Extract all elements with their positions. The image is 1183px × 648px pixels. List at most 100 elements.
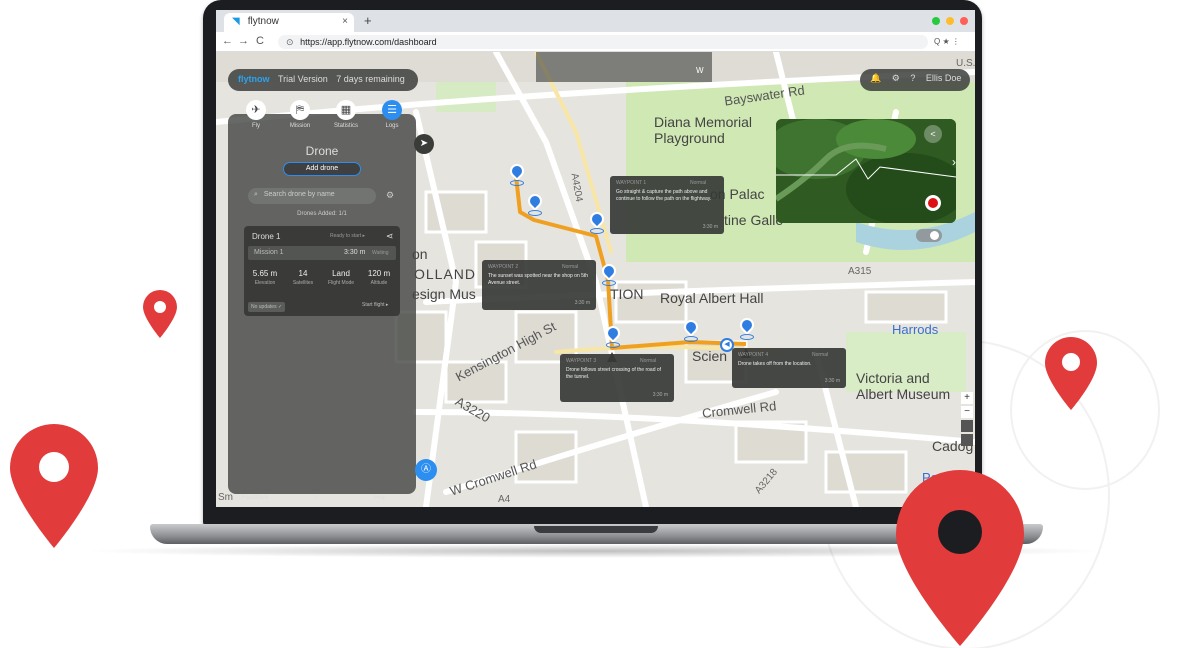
waypoint-popup[interactable]: WAYPOINT 3 Normal Drone follows street c…	[560, 354, 674, 402]
search-placeholder: Search drone by name	[263, 191, 335, 198]
map-label: Royal Albert Hall	[660, 290, 764, 306]
gear-icon[interactable]: ⚙	[892, 73, 900, 83]
drone-stat: Land Flight Mode	[324, 269, 358, 286]
location-pin-icon	[1045, 337, 1097, 410]
zoom-controls: + −	[961, 392, 973, 448]
popup-head: WAYPOINT 1	[616, 180, 647, 186]
new-tab-button[interactable]: +	[364, 13, 372, 28]
share-icon[interactable]: ⋖	[386, 231, 394, 242]
plane-icon: ✈	[246, 100, 266, 120]
location-pin-icon	[896, 470, 1024, 646]
nav-label: Statistics	[333, 123, 358, 129]
forward-button[interactable]: →	[238, 35, 249, 47]
drone-camera-feed[interactable]: <	[776, 119, 956, 223]
location-pin-icon	[10, 424, 98, 548]
user-bar: 🔔 ⚙ ? Ellis Doe	[860, 69, 970, 91]
map-label: esign Mus	[412, 286, 476, 302]
map-label: Playground	[654, 130, 725, 146]
laptop-notch	[534, 526, 658, 533]
trial-label: Trial Version	[278, 74, 328, 84]
mission-row[interactable]: Mission 1 3:30 m Waiting	[248, 246, 396, 260]
address-bar-icons[interactable]: Q ★ ⋮	[934, 37, 960, 46]
start-flight-button[interactable]: Start flight ▸	[362, 302, 388, 308]
window-maximize-button[interactable]	[946, 17, 954, 25]
drone-stat: 14 Satellites	[286, 269, 320, 286]
map-top-strip: W	[536, 52, 712, 82]
stat-label: Elevation	[254, 280, 276, 286]
compass-icon[interactable]: ➤	[414, 134, 434, 154]
map-label: Victoria and	[856, 370, 930, 386]
nav-label: Mission	[289, 123, 311, 129]
back-button[interactable]: ←	[222, 35, 233, 47]
nav-logs[interactable]: ☰ Logs	[372, 100, 412, 129]
map-control-button[interactable]	[961, 434, 973, 446]
zoom-in-button[interactable]: +	[961, 392, 973, 404]
mission-name: Mission 1	[254, 249, 284, 256]
popup-status: Normal	[812, 352, 829, 358]
drone-search-input[interactable]: ⌕ Search drone by name	[248, 188, 376, 204]
waypoint-popup[interactable]: WAYPOINT 2 Normal The sunset was spotted…	[482, 260, 596, 310]
nav-mission[interactable]: ⛿ Mission	[280, 100, 320, 129]
nav-statistics[interactable]: ▦ Statistics	[326, 100, 366, 129]
browser-tab[interactable]: ◥ flytnow ×	[224, 13, 354, 32]
waypoint-pin-base	[606, 342, 620, 348]
map-label: Harrods	[892, 322, 939, 337]
map-label: Albert Museum	[856, 386, 951, 402]
map-toggle[interactable]	[916, 229, 942, 242]
search-icon: ⌕	[254, 191, 258, 198]
tab-close-icon[interactable]: ×	[342, 16, 348, 27]
mission-icon: ⛿	[290, 100, 310, 120]
stat-label: Altitude	[370, 280, 388, 286]
feedback-link[interactable]: Feedback	[242, 495, 268, 501]
popup-head: WAYPOINT 2	[488, 264, 519, 270]
reload-button[interactable]: C	[256, 35, 264, 47]
strip-label: W	[696, 66, 704, 75]
nav-label: Fly	[252, 123, 260, 129]
window-minimize-button[interactable]	[932, 17, 940, 25]
url-input[interactable]: ⊙ https://app.flytnow.com/dashboard	[278, 35, 928, 49]
nav-fly[interactable]: ✈ Fly	[236, 100, 276, 129]
panel-title: Drone	[305, 144, 339, 158]
drones-added-count: Drones Added: 1/1	[297, 211, 347, 217]
waypoint-pin-base	[510, 180, 524, 186]
stat-value: 120 m	[367, 269, 391, 278]
help-icon[interactable]: ?	[910, 73, 915, 83]
home-icon[interactable]: ⌂	[314, 494, 318, 501]
panel-footer: Feedback ⌂ Help	[228, 492, 416, 506]
bell-icon[interactable]: 🔔	[870, 73, 881, 83]
lock-icon: ⊙	[286, 37, 294, 47]
flytnow-logo[interactable]: flytnow	[238, 74, 270, 84]
tab-title: flytnow	[247, 16, 279, 27]
url-text: https://app.flytnow.com/dashboard	[300, 37, 437, 47]
assist-icon[interactable]: Ⓐ	[415, 459, 437, 481]
drone-name: Drone 1	[252, 232, 281, 241]
waypoint-popup[interactable]: WAYPOINT 1 Normal Go straight & capture …	[610, 176, 724, 234]
popup-head: WAYPOINT 4	[738, 352, 769, 358]
statistics-icon: ▦	[336, 100, 356, 120]
zoom-out-button[interactable]: −	[961, 406, 973, 418]
camera-next-icon[interactable]: ›	[952, 155, 956, 169]
drone-card[interactable]: Drone 1 Ready to start ▸ ⋖ Mission 1 3:3…	[244, 226, 400, 316]
address-bar: ← → C ⊙ https://app.flytnow.com/dashboar…	[216, 32, 975, 52]
window-close-button[interactable]	[960, 17, 968, 25]
record-button[interactable]	[925, 195, 941, 211]
nav-label: Logs	[385, 123, 399, 129]
waypoint-pin-base	[590, 228, 604, 234]
logs-icon: ☰	[382, 100, 402, 120]
map-view[interactable]: Bayswater Rd Diana Memorial Playground o…	[216, 52, 975, 507]
help-link[interactable]: Help	[374, 495, 386, 501]
camera-share-icon[interactable]: <	[924, 125, 942, 143]
waypoint-popup[interactable]: WAYPOINT 4 Normal Drone takes off from t…	[732, 348, 846, 388]
filter-icon[interactable]: ⚙	[386, 190, 394, 201]
user-name[interactable]: Ellis Doe	[926, 73, 962, 83]
map-label: U.S.	[956, 58, 975, 69]
drone-stat: 120 m Altitude	[362, 269, 396, 286]
map-label: Diana Memorial	[654, 114, 753, 130]
stat-value: 5.65 m	[252, 269, 278, 278]
waypoint-pin-base	[740, 334, 754, 340]
drone-stat: 5.65 m Elevation	[248, 269, 282, 286]
add-drone-button[interactable]: Add drone	[283, 162, 361, 176]
popup-status: Normal	[640, 358, 657, 364]
popup-head: WAYPOINT 3	[566, 358, 597, 364]
map-control-button[interactable]	[961, 420, 973, 432]
